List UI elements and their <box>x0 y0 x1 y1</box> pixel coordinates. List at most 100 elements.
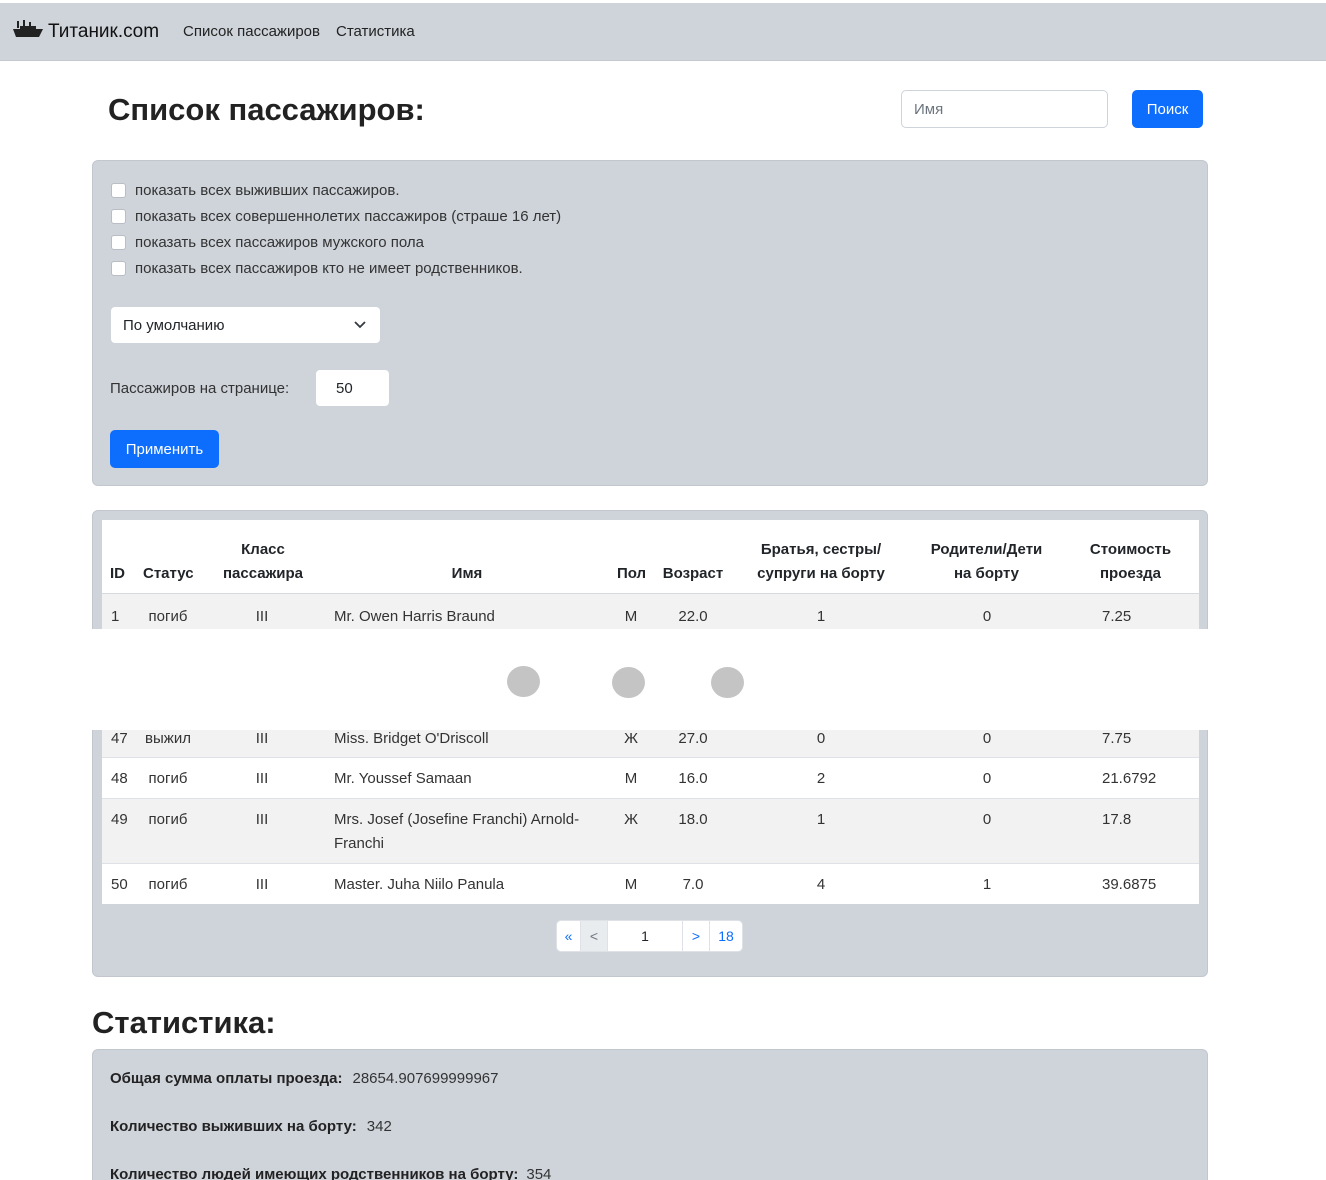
checkbox[interactable] <box>111 261 126 276</box>
col-header-class-line2: пассажира <box>223 565 303 582</box>
page-first-button[interactable]: « <box>557 921 581 951</box>
navbar: Титаник.com Список пассажиров Статистика <box>0 3 1326 61</box>
checkbox-label: показать всех пассажиров кто не имеет ро… <box>135 260 523 277</box>
cell-status: погиб <box>148 811 188 828</box>
cell-parents: 0 <box>982 770 992 787</box>
cell-name-continued: Franchi <box>334 835 385 852</box>
col-header-fare-line2: проезда <box>1099 565 1162 582</box>
brand-name: Титаник.com <box>48 20 160 42</box>
page-next-button[interactable]: > <box>683 921 710 951</box>
stat-value: 354 <box>526 1166 552 1180</box>
cell-siblings: 1 <box>816 608 826 625</box>
loading-dot <box>507 666 540 697</box>
col-header-id: ID <box>110 565 125 582</box>
table-row: 49 погиб III Mrs. Josef (Josefine Franch… <box>102 799 1199 864</box>
page-prev-button[interactable]: < <box>581 921 608 951</box>
cell-sex: Ж <box>624 730 638 747</box>
cell-parents: 0 <box>982 608 992 625</box>
per-page-input[interactable]: 50 <box>315 369 390 407</box>
cell-siblings: 0 <box>816 730 826 747</box>
sort-select[interactable]: По умолчанию <box>110 306 381 344</box>
cell-parents: 1 <box>982 876 992 893</box>
cell-sex: М <box>624 608 638 625</box>
cell-fare: 17.8 <box>1102 811 1132 828</box>
cell-siblings: 1 <box>816 811 826 828</box>
cell-status: погиб <box>148 608 188 625</box>
page-title: Список пассажиров: <box>108 92 425 127</box>
filter-survivors[interactable]: показать всех выживших пассажиров. <box>111 182 400 199</box>
cell-fare: 7.25 <box>1102 608 1132 625</box>
cell-class: III <box>255 730 269 747</box>
cell-class: III <box>255 876 269 893</box>
col-header-name: Имя <box>451 565 483 582</box>
stats-title: Статистика: <box>92 1005 276 1040</box>
cell-name: Mr. Youssef Samaan <box>334 770 472 787</box>
checkbox-label: показать всех выживших пассажиров. <box>135 182 400 199</box>
page-last-button[interactable]: 18 <box>710 921 742 951</box>
filter-adults[interactable]: показать всех совершеннолетих пассажиров… <box>111 208 561 225</box>
cell-siblings: 4 <box>816 876 826 893</box>
stat-label: Общая сумма оплаты проезда: <box>110 1070 343 1087</box>
brand[interactable]: Титаник.com <box>12 19 159 45</box>
table-panel: ID Статус Класс пассажира Имя Пол Возрас… <box>92 510 1208 977</box>
col-header-class: Класс пассажира <box>214 538 312 586</box>
col-header-sex: Пол <box>616 565 647 582</box>
checkbox[interactable] <box>111 209 126 224</box>
stat-total-fare: Общая сумма оплаты проезда: 28654.9076999… <box>110 1070 499 1087</box>
cell-fare: 39.6875 <box>1102 876 1157 893</box>
per-page-label: Пассажиров на странице: <box>110 380 290 397</box>
col-header-siblings-line2: супруги на борту <box>757 565 885 582</box>
checkbox[interactable] <box>111 235 126 250</box>
cell-name: Master. Juha Niilo Panula <box>334 876 505 893</box>
stat-value: 28654.907699999967 <box>352 1070 499 1087</box>
stats-panel: Общая сумма оплаты проезда: 28654.9076999… <box>92 1049 1208 1180</box>
cell-id: 47 <box>111 730 128 747</box>
col-header-fare: Стоимость проезда <box>1078 538 1183 586</box>
cell-status: выжил <box>145 730 191 747</box>
col-header-class-line1: Класс <box>241 541 285 558</box>
cell-age: 18.0 <box>678 811 708 828</box>
filter-no-relatives[interactable]: показать всех пассажиров кто не имеет ро… <box>111 260 523 277</box>
cell-status: погиб <box>148 876 188 893</box>
sort-select-value: По умолчанию <box>123 316 225 334</box>
loading-dot <box>612 667 645 698</box>
col-header-fare-line1: Стоимость <box>1089 541 1172 558</box>
cell-parents: 0 <box>982 811 992 828</box>
stat-label: Количество людей имеющих родственников н… <box>110 1166 519 1180</box>
apply-button[interactable]: Применить <box>110 430 219 468</box>
nav-link-statistics[interactable]: Статистика <box>336 23 415 40</box>
checkbox[interactable] <box>111 183 126 198</box>
cell-class: III <box>255 608 269 625</box>
cell-siblings: 2 <box>816 770 826 787</box>
cell-sex: М <box>624 876 638 893</box>
cell-id: 48 <box>111 770 128 787</box>
search-button[interactable]: Поиск <box>1132 90 1203 128</box>
stat-with-relatives: Количество людей имеющих родственников н… <box>110 1166 551 1180</box>
ship-icon <box>12 19 44 45</box>
pagination: « < 1 > 18 <box>556 920 743 952</box>
col-header-siblings: Братья, сестры/ супруги на борту <box>742 538 900 586</box>
cell-age: 7.0 <box>682 876 704 893</box>
filter-male[interactable]: показать всех пассажиров мужского пола <box>111 234 424 251</box>
loading-dot <box>711 667 744 698</box>
cell-class: III <box>255 770 269 787</box>
search-input[interactable] <box>901 90 1108 128</box>
col-header-parents-line2: на борту <box>953 565 1020 582</box>
cell-id: 49 <box>111 811 128 828</box>
stat-label: Количество выживших на борту: <box>110 1118 357 1135</box>
cell-age: 27.0 <box>678 730 708 747</box>
cell-id: 1 <box>111 608 120 625</box>
table-row: 50 погиб III Master. Juha Niilo Panula М… <box>102 864 1199 904</box>
loading-overlay <box>92 629 1208 730</box>
per-page-value: 50 <box>336 379 353 397</box>
nav-link-passengers[interactable]: Список пассажиров <box>183 23 320 40</box>
cell-name: Mrs. Josef (Josefine Franchi) Arnold- <box>334 811 580 828</box>
cell-fare: 7.75 <box>1102 730 1132 747</box>
cell-id: 50 <box>111 876 128 893</box>
cell-class: III <box>255 811 269 828</box>
page-number-input[interactable]: 1 <box>608 921 683 951</box>
cell-status: погиб <box>148 770 188 787</box>
chevron-down-icon <box>354 321 366 329</box>
cell-age: 16.0 <box>678 770 708 787</box>
cell-name: Mr. Owen Harris Braund <box>334 608 495 625</box>
